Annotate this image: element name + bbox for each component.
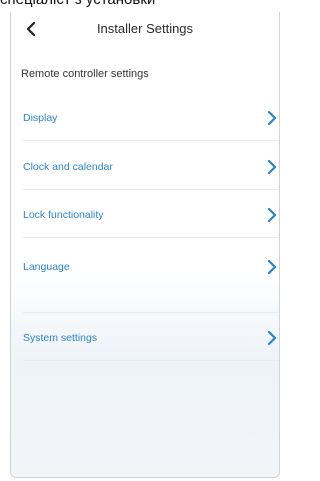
divider: [23, 360, 279, 361]
divider: [23, 312, 279, 313]
page-title: Installer Settings: [96, 21, 194, 36]
app-screen: Installer Settings Remote controller set…: [10, 12, 280, 478]
chevron-right-icon: [267, 331, 277, 345]
menu-item-label: Display: [23, 112, 58, 124]
top-caption: спеціаліст з установки: [0, 0, 281, 8]
chevron-right-icon: [267, 160, 277, 174]
menu-item-label: System settings: [23, 332, 98, 344]
chevron-right-icon: [267, 208, 277, 222]
menu-item-label: Language: [23, 261, 70, 273]
menu-item-system-settings[interactable]: System settings: [23, 323, 277, 353]
menu-item-label: Lock functionality: [23, 209, 104, 221]
back-button[interactable]: [19, 17, 43, 41]
menu-item-lock-functionality[interactable]: Lock functionality: [23, 200, 277, 230]
menu-item-label: Clock and calendar: [23, 161, 113, 173]
chevron-right-icon: [267, 111, 277, 125]
section-label: Remote controller settings: [21, 68, 149, 80]
menu-item-language[interactable]: Language: [23, 252, 277, 282]
chevron-right-icon: [267, 260, 277, 274]
chevron-left-icon: [26, 22, 36, 36]
menu-item-display[interactable]: Display: [23, 103, 277, 133]
divider: [23, 237, 279, 238]
menu-item-clock-and-calendar[interactable]: Clock and calendar: [23, 152, 277, 182]
divider: [23, 189, 279, 190]
divider: [23, 140, 279, 141]
header-bar: Installer Settings: [11, 12, 279, 48]
